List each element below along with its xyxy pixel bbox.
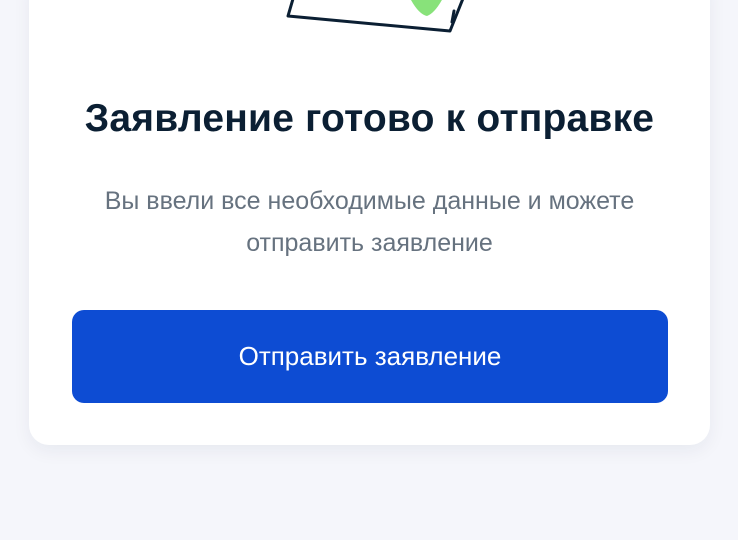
confirmation-card: Заявление готово к отправке Вы ввели все… (29, 0, 710, 445)
send-application-button[interactable]: Отправить заявление (72, 310, 668, 403)
page-title: Заявление готово к отправке (84, 97, 655, 140)
description-text: Вы ввели все необходимые данные и можете… (104, 187, 635, 257)
document-check-illustration-icon (286, 0, 465, 33)
